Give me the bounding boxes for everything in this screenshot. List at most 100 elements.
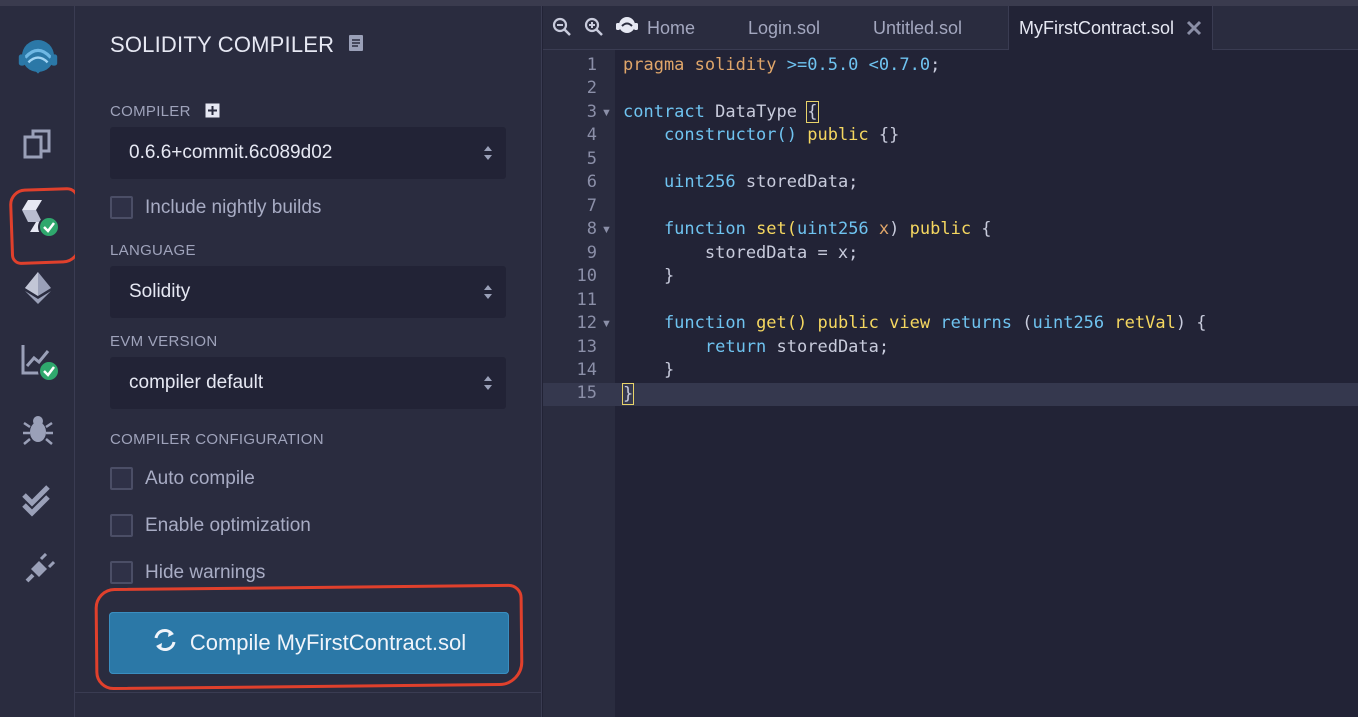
code-token: storedData = x; [623, 243, 859, 263]
documentation-icon[interactable] [348, 32, 364, 58]
checkbox-box[interactable] [110, 514, 133, 537]
code-token: {} [868, 125, 900, 145]
panel-divider [75, 692, 541, 693]
line-number: 14 [576, 360, 597, 380]
code-token: pragma solidity [623, 55, 777, 75]
code-token: } [623, 266, 675, 286]
tab-login-sol[interactable]: Login.sol [748, 6, 820, 50]
refresh-icon [152, 627, 178, 659]
code-token: return [623, 337, 767, 357]
zoom-out-icon[interactable] [552, 17, 572, 42]
code-token: contract [623, 102, 705, 122]
line-number: 12 [576, 313, 597, 333]
code-token: public [817, 313, 879, 333]
code-token: x [868, 219, 890, 239]
tab-home-label: Home [647, 17, 696, 38]
plug-icon[interactable] [14, 546, 62, 594]
code-token: } [623, 360, 675, 380]
bug-icon[interactable] [14, 406, 62, 454]
tab-login-sol-label: Login.sol [748, 17, 821, 38]
compiler-version-select[interactable]: 0.6.6+commit.6c089d02 [110, 127, 506, 179]
checkbox-box[interactable] [110, 196, 133, 219]
editor-tab-bar: Home Login.sol Untitled.sol MyFirstContr… [543, 6, 1358, 51]
line-number: 4 [586, 125, 597, 145]
hide-warnings-checkbox[interactable]: Hide warnings [110, 561, 265, 584]
code-token: returns [940, 313, 1013, 333]
fold-arrow-icon[interactable]: ▼ [601, 318, 612, 330]
code-token: uint256 [797, 219, 869, 239]
code-token: function [623, 313, 746, 333]
language-select[interactable]: Solidity [110, 266, 506, 318]
close-tab-icon[interactable] [1186, 16, 1202, 42]
compile-button[interactable]: Compile MyFirstContract.sol [109, 612, 509, 674]
success-check-icon [38, 216, 60, 238]
line-number: 1 [586, 55, 597, 75]
icon-sidebar [0, 6, 82, 717]
fold-arrow-icon[interactable]: ▼ [601, 107, 612, 119]
tab-untitled-sol[interactable]: Untitled.sol [873, 6, 962, 50]
code-token: set( [745, 219, 798, 239]
code-token: retVal [1104, 313, 1176, 333]
enable-optimization-checkbox[interactable]: Enable optimization [110, 514, 311, 537]
compiler-version-value: 0.6.6+commit.6c089d02 [129, 142, 333, 163]
auto-compile-checkbox[interactable]: Auto compile [110, 467, 255, 490]
line-number: 9 [586, 243, 597, 263]
compiler-panel: SOLIDITY COMPILER COMPILER 0.6.6+commit.… [75, 6, 542, 717]
code-line-1: pragma solidity >=0.5.0 <0.7.0; [623, 55, 940, 75]
evm-version-select[interactable]: compiler default [110, 357, 506, 409]
matched-bracket: } [621, 383, 635, 405]
tab-myfirstcontract-sol-label: MyFirstContract.sol [1019, 18, 1175, 38]
line-number: 11 [576, 290, 597, 310]
compile-button-label: Compile MyFirstContract.sol [189, 630, 467, 655]
code-token: { [971, 219, 992, 239]
file-explorer-icon[interactable] [14, 120, 62, 168]
text-cursor [633, 383, 635, 403]
code-token: public [807, 125, 869, 145]
code-line-10: } [623, 266, 674, 286]
double-check-icon[interactable] [14, 476, 62, 524]
enable-optimization-label: Enable optimization [145, 514, 311, 536]
zoom-in-icon[interactable] [584, 17, 604, 42]
nightly-builds-checkbox[interactable]: Include nightly builds [110, 196, 321, 219]
code-token: get() [745, 313, 818, 333]
select-arrows-icon [484, 146, 492, 160]
line-number: 13 [576, 337, 597, 357]
code-line-15: } [621, 383, 635, 405]
checkbox-box[interactable] [110, 561, 133, 584]
code-token: public [909, 219, 972, 239]
line-number: 15 [576, 383, 597, 403]
code-token: ) { [1175, 313, 1207, 333]
matched-bracket: { [806, 101, 819, 123]
tab-untitled-sol-label: Untitled.sol [873, 17, 963, 38]
solidity-compiler-icon[interactable] [14, 192, 62, 240]
remix-logo-icon[interactable] [14, 32, 62, 80]
code-token: storedData; [735, 172, 859, 192]
evm-version-label: EVM VERSION [110, 333, 218, 350]
line-number: 10 [576, 266, 597, 286]
panel-title-text: SOLIDITY COMPILER [110, 32, 335, 57]
code-editor[interactable]: 1 2 3 4 5 6 7 8 9 10 11 12 13 14 15 ▼ ▼ … [543, 50, 1358, 717]
line-number: 5 [586, 149, 597, 169]
line-number: 6 [586, 172, 597, 192]
tab-myfirstcontract-sol[interactable]: MyFirstContract.sol [1008, 6, 1214, 51]
remix-home-icon [615, 15, 639, 42]
tab-home[interactable]: Home [615, 6, 695, 50]
add-compiler-icon[interactable] [205, 103, 220, 122]
code-token: DataType [704, 102, 808, 122]
line-number: 8 [586, 219, 597, 239]
analysis-chart-icon[interactable] [14, 336, 62, 384]
fold-arrow-icon[interactable]: ▼ [601, 224, 612, 236]
code-token: storedData; [766, 337, 890, 357]
ethereum-deploy-icon[interactable] [14, 264, 62, 312]
line-number: 2 [586, 78, 597, 98]
evm-version-value: compiler default [129, 372, 264, 393]
active-line-highlight [543, 383, 1358, 406]
code-line-12: function get() public view returns (uint… [623, 313, 1207, 333]
code-line-3: contract DataType { [623, 101, 819, 123]
code-token: view [889, 313, 931, 333]
line-number: 7 [586, 196, 597, 216]
checkbox-box[interactable] [110, 467, 133, 490]
language-label: LANGUAGE [110, 242, 196, 259]
